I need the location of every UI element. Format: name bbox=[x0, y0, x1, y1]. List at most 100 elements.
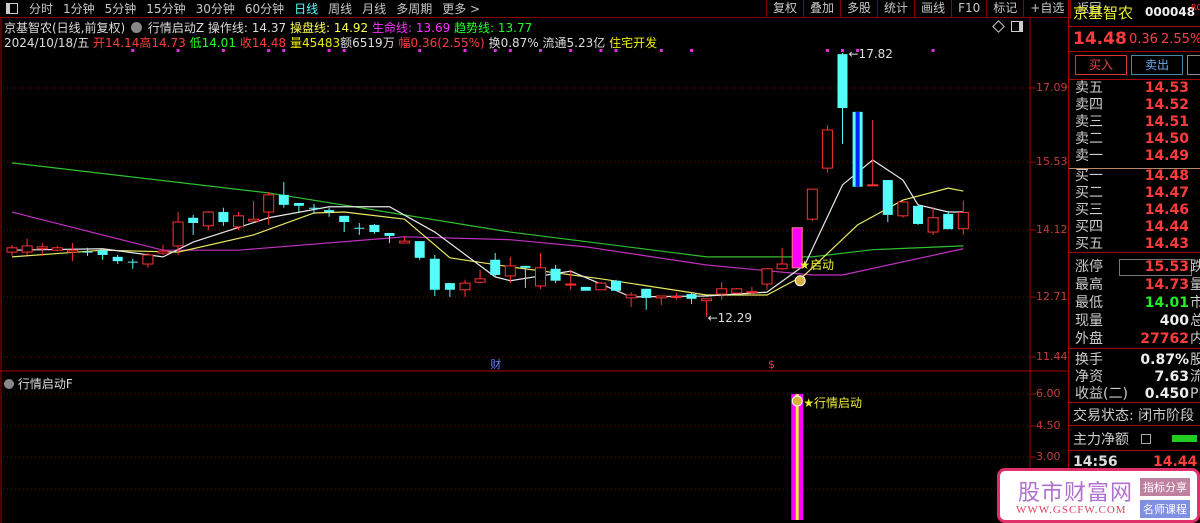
quote-row-value: 14.49 bbox=[1144, 148, 1189, 164]
settings-icon[interactable] bbox=[4, 379, 14, 389]
candle-body-down bbox=[550, 268, 561, 281]
signal-dot bbox=[508, 49, 512, 52]
sell-button[interactable]: 卖出 bbox=[1131, 55, 1183, 75]
quote-row-value: 7.63 bbox=[1154, 369, 1189, 385]
quote-row-label: 卖五 bbox=[1075, 80, 1103, 96]
quote-row-label: 买五 bbox=[1075, 236, 1103, 252]
candle-body-down bbox=[580, 286, 591, 291]
kline-chart[interactable]: ←17.82 ←12.29 ★启动财 $ ★行情启动 bbox=[0, 0, 1068, 523]
signal-dot bbox=[493, 49, 497, 52]
main-net-bar bbox=[1172, 435, 1197, 442]
more-button[interactable] bbox=[1187, 55, 1200, 75]
candle-body-up bbox=[142, 254, 154, 265]
quote-percent: 2.55% bbox=[1161, 32, 1200, 47]
candle-body-down bbox=[414, 241, 425, 258]
quote-row: 卖二 14.50 bbox=[1073, 131, 1200, 148]
quote-row: 买一 14.48 bbox=[1073, 168, 1200, 185]
candle-body-up bbox=[655, 295, 667, 299]
signal-dot bbox=[931, 49, 935, 52]
candle-body-down bbox=[611, 280, 621, 291]
candle-body-down bbox=[686, 294, 697, 299]
candle-body-up bbox=[202, 211, 214, 227]
candle-body-up bbox=[927, 217, 939, 233]
candle-body-down bbox=[112, 256, 123, 262]
candle-body-up bbox=[957, 211, 969, 230]
start-signal-label: ★启动 bbox=[799, 258, 834, 272]
quote-row-label: 最高 bbox=[1075, 277, 1103, 293]
quote-row-label: 卖四 bbox=[1075, 97, 1103, 113]
candle-body-up bbox=[821, 129, 833, 169]
quote-row: 最低 14.01 市 bbox=[1073, 295, 1200, 312]
signal-dot bbox=[659, 49, 663, 52]
candle-body-up bbox=[504, 265, 516, 277]
quote-row: 买二 14.47 bbox=[1073, 185, 1200, 202]
price-axis-label: 15.53 bbox=[1036, 155, 1068, 168]
candle-body-down bbox=[369, 224, 380, 233]
signal-dot bbox=[327, 49, 331, 52]
trade-status: 交易状态: 闭市阶段 bbox=[1073, 408, 1195, 424]
signal-dot bbox=[569, 49, 573, 52]
candle-body-down bbox=[278, 194, 289, 205]
candle-body-up bbox=[867, 184, 879, 187]
candle-body-down bbox=[309, 207, 319, 209]
quote-row-label: 买二 bbox=[1075, 185, 1103, 201]
candle-body-up bbox=[6, 247, 18, 253]
quote-row-truncated-label: 股 bbox=[1190, 352, 1200, 368]
candle-body-up bbox=[776, 263, 788, 270]
signal-dot bbox=[690, 49, 693, 52]
quote-row: 卖四 14.52 bbox=[1073, 97, 1200, 114]
candle-body-down bbox=[913, 205, 923, 224]
quote-row-value: 0.450 bbox=[1144, 386, 1189, 402]
sub-axis-label: 4.50 bbox=[1036, 419, 1061, 432]
candle-body-down bbox=[882, 180, 893, 215]
sub-axis-label: 3.00 bbox=[1036, 450, 1061, 463]
quote-row-label: 涨停 bbox=[1075, 259, 1103, 275]
quote-row: 卖三 14.51 bbox=[1073, 114, 1200, 131]
price-axis-label: 11.44 bbox=[1036, 350, 1068, 363]
quote-row-truncated-label: PE bbox=[1190, 386, 1200, 402]
quote-row: 买五 14.43 bbox=[1073, 236, 1200, 253]
quote-row: 外盘 27762 内 bbox=[1073, 331, 1200, 348]
quote-row: 卖一 14.49 bbox=[1073, 148, 1200, 165]
price-axis-label: 14.12 bbox=[1036, 223, 1068, 236]
buy-button[interactable]: 买入 bbox=[1075, 55, 1127, 75]
sub-axis-label: 6.00 bbox=[1036, 387, 1061, 400]
quote-row-value: 14.50 bbox=[1144, 131, 1189, 147]
watermark-title: 股市财富网 bbox=[1018, 481, 1134, 506]
quote-row-value: 14.46 bbox=[1144, 202, 1189, 218]
quote-row-label: 卖一 bbox=[1075, 148, 1103, 164]
finance-marker: 财 bbox=[490, 357, 501, 371]
quote-row-value: 15.53 bbox=[1144, 259, 1189, 275]
quote-row: 买四 14.44 bbox=[1073, 219, 1200, 236]
quote-row-value: 14.51 bbox=[1144, 114, 1189, 130]
list-icon[interactable] bbox=[1141, 434, 1151, 444]
quote-row-label: 换手 bbox=[1075, 352, 1103, 368]
quote-stock-name: 京基智农 bbox=[1073, 4, 1134, 22]
quote-row-truncated-label: 内 bbox=[1190, 331, 1200, 347]
candle-body-up bbox=[36, 246, 48, 250]
quote-row-label: 卖二 bbox=[1075, 131, 1103, 147]
candle-body-down bbox=[82, 251, 93, 253]
quote-row-label: 卖三 bbox=[1075, 114, 1103, 130]
quote-row-truncated-label: 跌 bbox=[1190, 259, 1200, 275]
candle-body-up bbox=[670, 295, 682, 298]
dividend-marker: $ bbox=[768, 358, 775, 371]
money-bag-icon bbox=[794, 275, 806, 287]
quote-row: 现量 400 总 bbox=[1073, 313, 1200, 330]
quote-row-value: 14.01 bbox=[1144, 295, 1189, 311]
candle-body-up bbox=[565, 283, 577, 286]
quote-row-label: 外盘 bbox=[1075, 331, 1103, 347]
signal-dot bbox=[841, 49, 844, 52]
quote-row-value: 14.47 bbox=[1144, 185, 1189, 201]
quote-row: 涨停 15.53 跌 bbox=[1073, 259, 1200, 276]
quote-row-label: 买三 bbox=[1075, 202, 1103, 218]
price-axis-label: 12.71 bbox=[1036, 290, 1068, 303]
quote-row-value: 14.43 bbox=[1144, 236, 1189, 252]
price-axis-label: 17.09 bbox=[1036, 81, 1068, 94]
signal-dot bbox=[282, 49, 286, 52]
quote-row-value: 27762 bbox=[1140, 331, 1189, 347]
quote-row-value: 400 bbox=[1159, 313, 1189, 329]
candle-body-up bbox=[625, 294, 637, 299]
candle-body-up bbox=[399, 240, 411, 244]
sub-pane-title[interactable]: 行情启动F bbox=[18, 377, 73, 391]
